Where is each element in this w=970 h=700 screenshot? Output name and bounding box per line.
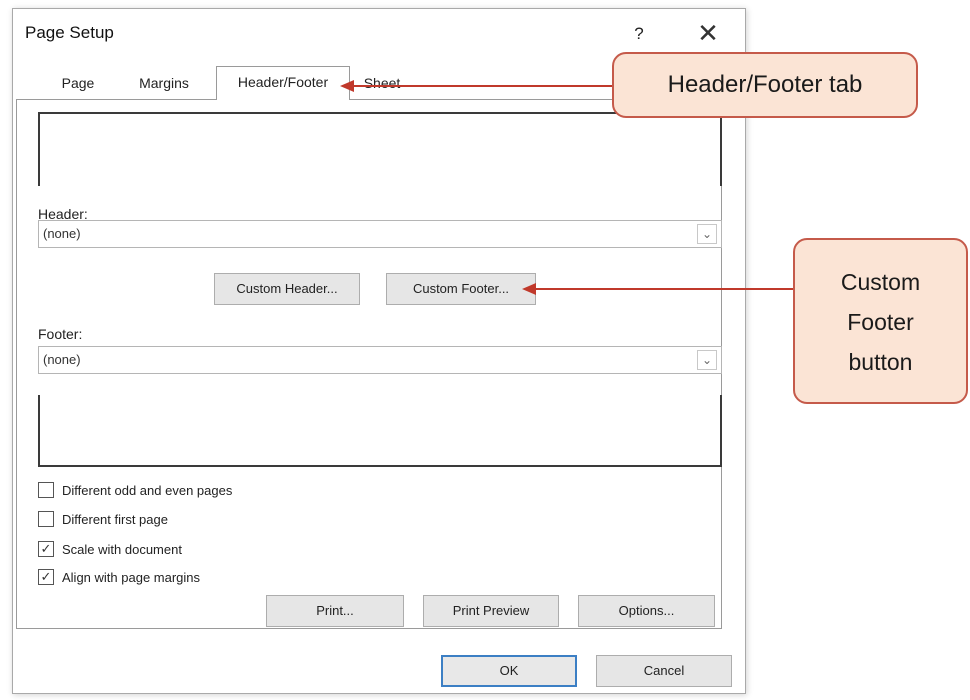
custom-footer-button[interactable]: Custom Footer... xyxy=(386,273,536,305)
callout-header-footer-tab: Header/Footer tab xyxy=(612,52,918,118)
callout-custom-footer-button: Custom Footer button xyxy=(793,238,968,404)
tab-margins[interactable]: Margins xyxy=(118,68,210,98)
cancel-button[interactable]: Cancel xyxy=(596,655,732,687)
tab-sheet[interactable]: Sheet xyxy=(342,68,422,98)
print-button[interactable]: Print... xyxy=(266,595,404,627)
dialog-title: Page Setup xyxy=(25,23,114,42)
checkbox-box[interactable] xyxy=(38,482,54,498)
ok-button[interactable]: OK xyxy=(441,655,577,687)
custom-header-button[interactable]: Custom Header... xyxy=(214,273,360,305)
tab-header-footer[interactable]: Header/Footer xyxy=(216,66,350,100)
checkmark-icon[interactable]: ✓ xyxy=(38,569,54,585)
options-button[interactable]: Options... xyxy=(578,595,715,627)
callout-line: button xyxy=(848,349,913,375)
close-button[interactable]: ✕ xyxy=(691,19,725,49)
print-preview-button[interactable]: Print Preview xyxy=(423,595,559,627)
checkbox-align-with-margins[interactable]: ✓ Align with page margins xyxy=(38,567,200,587)
help-button[interactable]: ? xyxy=(626,21,652,47)
callout-line: Footer xyxy=(847,309,914,335)
footer-preview xyxy=(38,395,722,467)
footer-select-value: (none) xyxy=(43,352,81,367)
checkbox-label: Different first page xyxy=(62,511,168,527)
footer-select[interactable]: (none) ⌄ xyxy=(38,346,722,374)
checkbox-label: Different odd and even pages xyxy=(62,482,233,498)
footer-label: Footer: xyxy=(38,326,83,342)
header-select-value: (none) xyxy=(43,226,81,241)
checkbox-different-odd-even[interactable]: Different odd and even pages xyxy=(38,480,232,500)
checkmark-icon[interactable]: ✓ xyxy=(38,541,54,557)
checkbox-label: Align with page margins xyxy=(62,569,201,585)
header-select[interactable]: (none) ⌄ xyxy=(38,220,722,248)
checkbox-different-first-page[interactable]: Different first page xyxy=(38,509,168,529)
checkbox-label: Scale with document xyxy=(62,541,182,557)
chevron-down-icon[interactable]: ⌄ xyxy=(697,224,717,244)
tab-page[interactable]: Page xyxy=(38,68,118,98)
chevron-down-icon[interactable]: ⌄ xyxy=(697,350,717,370)
callout-line: Custom xyxy=(840,269,921,295)
checkbox-scale-with-document[interactable]: ✓ Scale with document xyxy=(38,539,182,559)
header-preview xyxy=(38,112,722,186)
checkbox-box[interactable] xyxy=(38,511,54,527)
